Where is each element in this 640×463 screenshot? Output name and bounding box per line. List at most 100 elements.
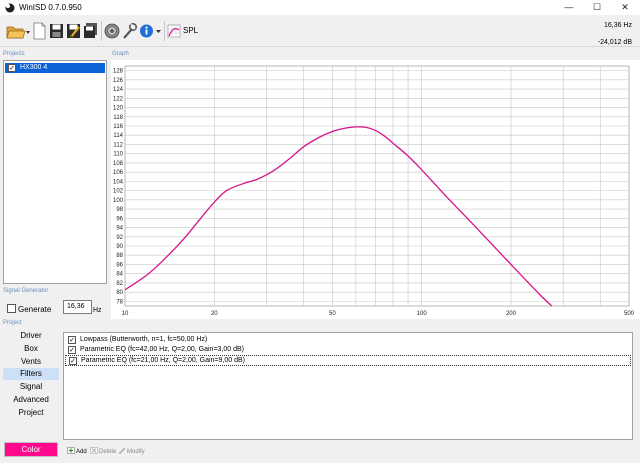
modify-filter-button[interactable]: Modify: [118, 447, 145, 455]
filter-enabled-checkbox[interactable]: ✓: [68, 336, 76, 344]
spl-graph-label[interactable]: SPL: [183, 26, 198, 35]
x-tick-label: 50: [329, 311, 336, 317]
project-name: HX300 4: [20, 64, 48, 71]
new-project-button[interactable]: [33, 21, 46, 41]
spl-chart[interactable]: 78 80 82 84 86 88 90 92 94 96 98 100 102 104 106 108 110…: [111, 60, 640, 319]
y-tick-label: 100: [113, 198, 124, 204]
projects-section-label: Projects: [3, 51, 25, 57]
y-tick-label: 78: [116, 299, 123, 305]
minimize-button[interactable]: —: [555, 0, 583, 15]
y-tick-label: 82: [116, 281, 123, 287]
cursor-frequency-readout: 16,36 Hz: [603, 22, 632, 29]
plot-area: [124, 65, 630, 307]
nav-item-filters[interactable]: Filters: [3, 368, 59, 380]
y-tick-label: 126: [113, 78, 124, 84]
y-tick-label: 112: [113, 142, 123, 148]
save-icon: [50, 24, 63, 38]
generate-label[interactable]: Generate: [18, 305, 51, 314]
add-filter-label: Add: [76, 449, 87, 455]
driver-editor-button[interactable]: [104, 21, 120, 41]
tools-button[interactable]: [122, 21, 137, 41]
projects-list[interactable]: ✓ HX300 4: [3, 60, 107, 284]
y-tick-label: 104: [113, 179, 124, 185]
y-tick-label: 106: [113, 170, 124, 176]
nav-item-project[interactable]: Project: [3, 407, 59, 419]
x-tick-label: 500: [624, 311, 635, 317]
generate-checkbox[interactable]: [7, 304, 16, 313]
y-tick-label: 94: [116, 226, 123, 232]
nav-item-signal[interactable]: Signal: [3, 381, 59, 393]
x-tick-label: 100: [417, 311, 428, 317]
x-tick-label: 10: [122, 311, 129, 317]
delete-filter-label: Delete: [99, 449, 117, 455]
y-tick-label: 98: [116, 207, 123, 213]
y-tick-label: 124: [113, 87, 124, 93]
delete-filter-button[interactable]: Delete: [90, 447, 116, 455]
save-as-icon: [67, 24, 80, 38]
modify-icon: [118, 447, 126, 454]
y-tick-label: 102: [113, 189, 124, 195]
add-filter-button[interactable]: Add: [67, 447, 87, 455]
toolbar-separator: [101, 21, 102, 41]
y-tick-label: 110: [113, 152, 123, 158]
window-title: WinISD 0.7.0.950: [19, 3, 82, 12]
modify-filter-label: Modify: [127, 449, 145, 455]
y-tick-label: 116: [113, 124, 123, 130]
spl-graph-icon: [167, 24, 181, 38]
nav-item-driver[interactable]: Driver: [3, 330, 59, 342]
y-tick-label: 88: [116, 253, 123, 259]
chevron-down-icon: [156, 30, 161, 33]
project-color-button[interactable]: Color: [4, 442, 58, 457]
filter-description: Lowpass (Butterworth, n=1, fc=50,00 Hz): [80, 336, 208, 343]
tools-icon: [123, 23, 137, 39]
info-dropdown-button[interactable]: [155, 21, 162, 41]
filter-enabled-checkbox[interactable]: ✓: [69, 357, 77, 365]
graph-panel[interactable]: 78 80 82 84 86 88 90 92 94 96 98 100 102 104 106 108 110…: [111, 60, 640, 319]
y-tick-label: 90: [116, 244, 123, 250]
add-icon: [67, 447, 75, 454]
filters-list[interactable]: ✓ Lowpass (Butterworth, n=1, fc=50,00 Hz…: [63, 332, 633, 440]
app-logo-icon: [5, 3, 15, 13]
project-visibility-checkbox[interactable]: ✓: [8, 64, 16, 72]
filter-description: Parametric EQ (fc=42,00 Hz, Q=2,00, Gain…: [80, 346, 244, 353]
graph-section-label: Graph: [112, 51, 129, 57]
maximize-button[interactable]: ☐: [583, 0, 611, 15]
save-all-button[interactable]: [83, 21, 98, 41]
nav-item-vents[interactable]: Vents: [3, 356, 59, 368]
y-tick-label: 86: [116, 262, 123, 268]
generator-frequency-unit: Hz: [93, 307, 102, 314]
generator-frequency-input[interactable]: 16,36: [63, 300, 92, 314]
driver-editor-icon: [104, 23, 120, 39]
y-tick-label: 84: [116, 272, 123, 278]
open-folder-icon: [6, 26, 30, 39]
project-section-label: Project: [3, 320, 22, 326]
x-tick-label: 20: [211, 311, 218, 317]
toolbar-separator: [164, 21, 165, 41]
delete-icon: [90, 447, 98, 454]
project-item[interactable]: ✓ HX300 4: [5, 63, 105, 73]
save-button[interactable]: [49, 21, 64, 41]
filter-row[interactable]: ✓ Parametric EQ (fc=21,00 Hz, Q=2,00, Ga…: [65, 355, 631, 366]
new-document-icon: [33, 22, 46, 40]
filter-enabled-checkbox[interactable]: ✓: [68, 346, 76, 354]
spl-graph-button[interactable]: [167, 21, 181, 41]
filter-description: Parametric EQ (fc=21,00 Hz, Q=2,00, Gain…: [81, 357, 245, 364]
y-tick-label: 122: [113, 96, 124, 102]
x-tick-label: 200: [506, 311, 517, 317]
title-bar: WinISD 0.7.0.950 — ☐ ✕: [0, 0, 640, 15]
y-tick-label: 108: [113, 161, 124, 167]
signal-generator-section-label: Signal Generator: [3, 288, 49, 294]
y-tick-label: 128: [113, 69, 124, 75]
open-project-button[interactable]: [6, 21, 30, 41]
close-button[interactable]: ✕: [611, 0, 639, 15]
info-button[interactable]: [139, 21, 154, 41]
cursor-level-readout: -24,012 dB: [597, 39, 632, 46]
save-as-button[interactable]: [66, 21, 81, 41]
save-all-icon: [84, 23, 97, 38]
y-tick-label: 96: [116, 216, 123, 222]
nav-item-box[interactable]: Box: [3, 343, 59, 355]
info-icon: [140, 24, 153, 38]
y-tick-label: 114: [113, 133, 123, 139]
y-tick-label: 80: [116, 290, 123, 296]
nav-item-advanced[interactable]: Advanced: [3, 394, 59, 406]
